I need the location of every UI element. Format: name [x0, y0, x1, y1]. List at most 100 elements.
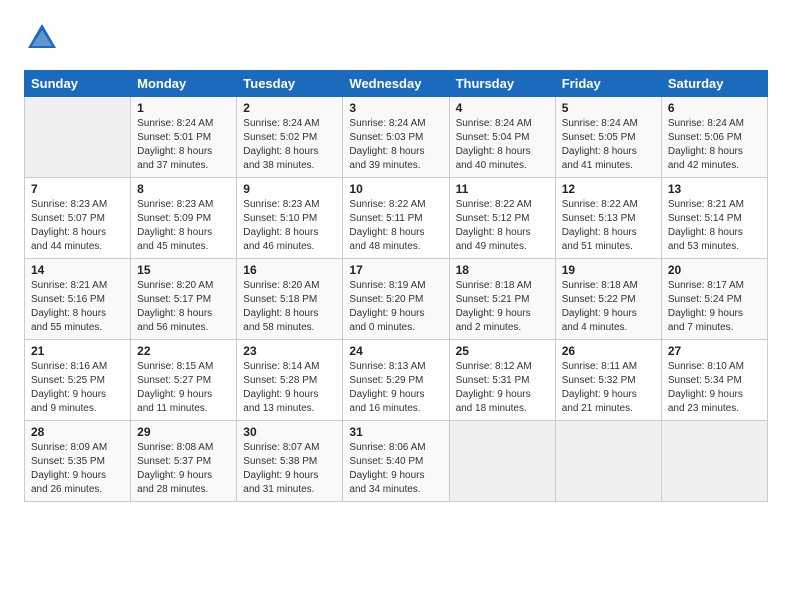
day-cell: 20 Sunrise: 8:17 AMSunset: 5:24 PMDayligh…	[661, 259, 767, 340]
day-number: 31	[349, 425, 442, 439]
day-number: 27	[668, 344, 761, 358]
day-number: 1	[137, 101, 230, 115]
header-cell-tuesday: Tuesday	[237, 71, 343, 97]
day-cell	[555, 421, 661, 502]
day-info: Sunrise: 8:20 AMSunset: 5:17 PMDaylight:…	[137, 279, 230, 335]
day-info: Sunrise: 8:21 AMSunset: 5:14 PMDaylight:…	[668, 198, 761, 254]
day-cell: 1 Sunrise: 8:24 AMSunset: 5:01 PMDaylight…	[131, 97, 237, 178]
day-cell: 5 Sunrise: 8:24 AMSunset: 5:05 PMDaylight…	[555, 97, 661, 178]
day-info: Sunrise: 8:19 AMSunset: 5:20 PMDaylight:…	[349, 279, 442, 335]
day-cell: 21 Sunrise: 8:16 AMSunset: 5:25 PMDayligh…	[25, 340, 131, 421]
day-cell: 9Sunrise: 8:23 AMSunset: 5:10 PMDaylight…	[237, 178, 343, 259]
day-cell: 12 Sunrise: 8:22 AMSunset: 5:13 PMDayligh…	[555, 178, 661, 259]
day-number: 2	[243, 101, 336, 115]
day-info: Sunrise: 8:17 AMSunset: 5:24 PMDaylight:…	[668, 279, 761, 335]
calendar-header: SundayMondayTuesdayWednesdayThursdayFrid…	[25, 71, 768, 97]
day-info: Sunrise: 8:24 AMSunset: 5:05 PMDaylight:…	[562, 117, 655, 173]
day-number: 24	[349, 344, 442, 358]
day-number: 5	[562, 101, 655, 115]
day-number: 14	[31, 263, 124, 277]
day-cell: 11 Sunrise: 8:22 AMSunset: 5:12 PMDayligh…	[449, 178, 555, 259]
day-info: Sunrise: 8:10 AMSunset: 5:34 PMDaylight:…	[668, 360, 761, 416]
day-cell: 30Sunrise: 8:07 AMSunset: 5:38 PMDayligh…	[237, 421, 343, 502]
day-info: Sunrise: 8:06 AMSunset: 5:40 PMDaylight:…	[349, 441, 442, 497]
day-number: 19	[562, 263, 655, 277]
day-cell: 27 Sunrise: 8:10 AMSunset: 5:34 PMDayligh…	[661, 340, 767, 421]
calendar-table: SundayMondayTuesdayWednesdayThursdayFrid…	[24, 70, 768, 502]
day-cell: 18 Sunrise: 8:18 AMSunset: 5:21 PMDayligh…	[449, 259, 555, 340]
day-info: Sunrise: 8:22 AMSunset: 5:11 PMDaylight:…	[349, 198, 442, 254]
day-number: 11	[456, 182, 549, 196]
day-info: Sunrise: 8:20 AMSunset: 5:18 PMDaylight:…	[243, 279, 336, 335]
day-info: Sunrise: 8:16 AMSunset: 5:25 PMDaylight:…	[31, 360, 124, 416]
header-cell-saturday: Saturday	[661, 71, 767, 97]
day-cell: 29Sunrise: 8:08 AMSunset: 5:37 PMDayligh…	[131, 421, 237, 502]
day-info: Sunrise: 8:13 AMSunset: 5:29 PMDaylight:…	[349, 360, 442, 416]
day-number: 3	[349, 101, 442, 115]
day-info: Sunrise: 8:24 AMSunset: 5:04 PMDaylight:…	[456, 117, 549, 173]
day-cell: 15 Sunrise: 8:20 AMSunset: 5:17 PMDayligh…	[131, 259, 237, 340]
day-info: Sunrise: 8:14 AMSunset: 5:28 PMDaylight:…	[243, 360, 336, 416]
day-number: 17	[349, 263, 442, 277]
day-cell	[25, 97, 131, 178]
day-number: 20	[668, 263, 761, 277]
day-cell: 25Sunrise: 8:12 AMSunset: 5:31 PMDayligh…	[449, 340, 555, 421]
header-cell-thursday: Thursday	[449, 71, 555, 97]
day-cell: 16 Sunrise: 8:20 AMSunset: 5:18 PMDayligh…	[237, 259, 343, 340]
day-cell: 7Sunrise: 8:23 AMSunset: 5:07 PMDaylight…	[25, 178, 131, 259]
day-number: 7	[31, 182, 124, 196]
day-info: Sunrise: 8:24 AMSunset: 5:01 PMDaylight:…	[137, 117, 230, 173]
day-number: 8	[137, 182, 230, 196]
day-info: Sunrise: 8:22 AMSunset: 5:13 PMDaylight:…	[562, 198, 655, 254]
day-number: 12	[562, 182, 655, 196]
day-cell: 13 Sunrise: 8:21 AMSunset: 5:14 PMDayligh…	[661, 178, 767, 259]
day-cell: 4 Sunrise: 8:24 AMSunset: 5:04 PMDaylight…	[449, 97, 555, 178]
day-cell	[449, 421, 555, 502]
day-number: 13	[668, 182, 761, 196]
day-cell: 19Sunrise: 8:18 AMSunset: 5:22 PMDayligh…	[555, 259, 661, 340]
header-cell-friday: Friday	[555, 71, 661, 97]
day-number: 28	[31, 425, 124, 439]
day-info: Sunrise: 8:21 AMSunset: 5:16 PMDaylight:…	[31, 279, 124, 335]
day-info: Sunrise: 8:08 AMSunset: 5:37 PMDaylight:…	[137, 441, 230, 497]
day-number: 15	[137, 263, 230, 277]
day-number: 23	[243, 344, 336, 358]
day-cell: 14 Sunrise: 8:21 AMSunset: 5:16 PMDayligh…	[25, 259, 131, 340]
day-cell: 8 Sunrise: 8:23 AMSunset: 5:09 PMDaylight…	[131, 178, 237, 259]
logo	[24, 20, 64, 56]
day-cell: 26Sunrise: 8:11 AMSunset: 5:32 PMDayligh…	[555, 340, 661, 421]
day-cell: 2Sunrise: 8:24 AMSunset: 5:02 PMDaylight…	[237, 97, 343, 178]
day-info: Sunrise: 8:23 AMSunset: 5:10 PMDaylight:…	[243, 198, 336, 254]
day-number: 21	[31, 344, 124, 358]
day-number: 18	[456, 263, 549, 277]
day-info: Sunrise: 8:18 AMSunset: 5:21 PMDaylight:…	[456, 279, 549, 335]
header-row: SundayMondayTuesdayWednesdayThursdayFrid…	[25, 71, 768, 97]
day-number: 10	[349, 182, 442, 196]
day-number: 22	[137, 344, 230, 358]
page: SundayMondayTuesdayWednesdayThursdayFrid…	[0, 0, 792, 518]
day-info: Sunrise: 8:22 AMSunset: 5:12 PMDaylight:…	[456, 198, 549, 254]
header-cell-sunday: Sunday	[25, 71, 131, 97]
week-row-4: 28 Sunrise: 8:09 AMSunset: 5:35 PMDayligh…	[25, 421, 768, 502]
day-cell: 31 Sunrise: 8:06 AMSunset: 5:40 PMDayligh…	[343, 421, 449, 502]
day-number: 16	[243, 263, 336, 277]
header-cell-wednesday: Wednesday	[343, 71, 449, 97]
week-row-1: 7Sunrise: 8:23 AMSunset: 5:07 PMDaylight…	[25, 178, 768, 259]
day-info: Sunrise: 8:09 AMSunset: 5:35 PMDaylight:…	[31, 441, 124, 497]
day-number: 26	[562, 344, 655, 358]
day-cell: 24 Sunrise: 8:13 AMSunset: 5:29 PMDayligh…	[343, 340, 449, 421]
day-info: Sunrise: 8:23 AMSunset: 5:09 PMDaylight:…	[137, 198, 230, 254]
day-number: 4	[456, 101, 549, 115]
header	[24, 20, 768, 56]
day-cell: 17 Sunrise: 8:19 AMSunset: 5:20 PMDayligh…	[343, 259, 449, 340]
day-number: 25	[456, 344, 549, 358]
week-row-2: 14 Sunrise: 8:21 AMSunset: 5:16 PMDayligh…	[25, 259, 768, 340]
week-row-0: 1 Sunrise: 8:24 AMSunset: 5:01 PMDaylight…	[25, 97, 768, 178]
day-info: Sunrise: 8:24 AMSunset: 5:03 PMDaylight:…	[349, 117, 442, 173]
day-number: 30	[243, 425, 336, 439]
week-row-3: 21 Sunrise: 8:16 AMSunset: 5:25 PMDayligh…	[25, 340, 768, 421]
header-cell-monday: Monday	[131, 71, 237, 97]
day-number: 6	[668, 101, 761, 115]
calendar-body: 1 Sunrise: 8:24 AMSunset: 5:01 PMDaylight…	[25, 97, 768, 502]
day-cell: 6Sunrise: 8:24 AMSunset: 5:06 PMDaylight…	[661, 97, 767, 178]
